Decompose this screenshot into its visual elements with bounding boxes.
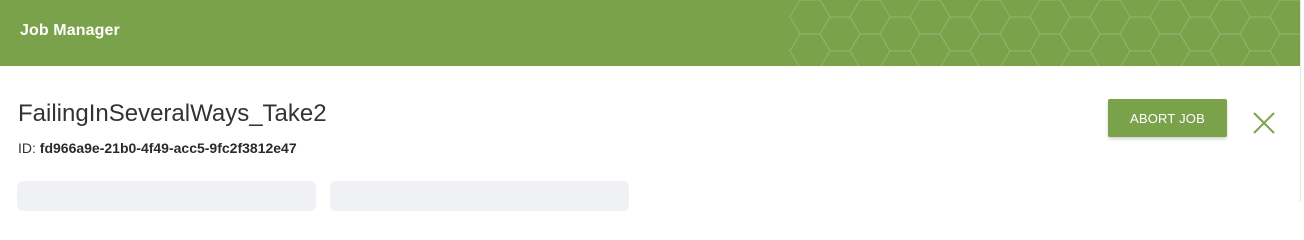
job-id-row: ID: fd966a9e-21b0-4f49-acc5-9fc2f3812e47	[18, 140, 297, 156]
window-right-edge	[1300, 0, 1304, 202]
job-id-value: fd966a9e-21b0-4f49-acc5-9fc2f3812e47	[39, 140, 297, 156]
close-button[interactable]	[1251, 110, 1277, 136]
tab-card-1[interactable]	[17, 181, 316, 211]
header-title: Job Manager	[20, 22, 120, 39]
header-bar: Job Manager	[0, 0, 1300, 66]
hex-pattern-decoration	[789, 0, 1300, 66]
job-id-label: ID:	[18, 140, 36, 156]
tab-card-2[interactable]	[330, 181, 629, 211]
job-name-title: FailingInSeveralWays_Take2	[18, 100, 327, 127]
abort-job-button[interactable]: ABORT JOB	[1108, 99, 1227, 137]
close-icon	[1253, 112, 1275, 134]
job-manager-page: Job Manager FailingInSeveralWays_Take2 I…	[0, 0, 1304, 211]
